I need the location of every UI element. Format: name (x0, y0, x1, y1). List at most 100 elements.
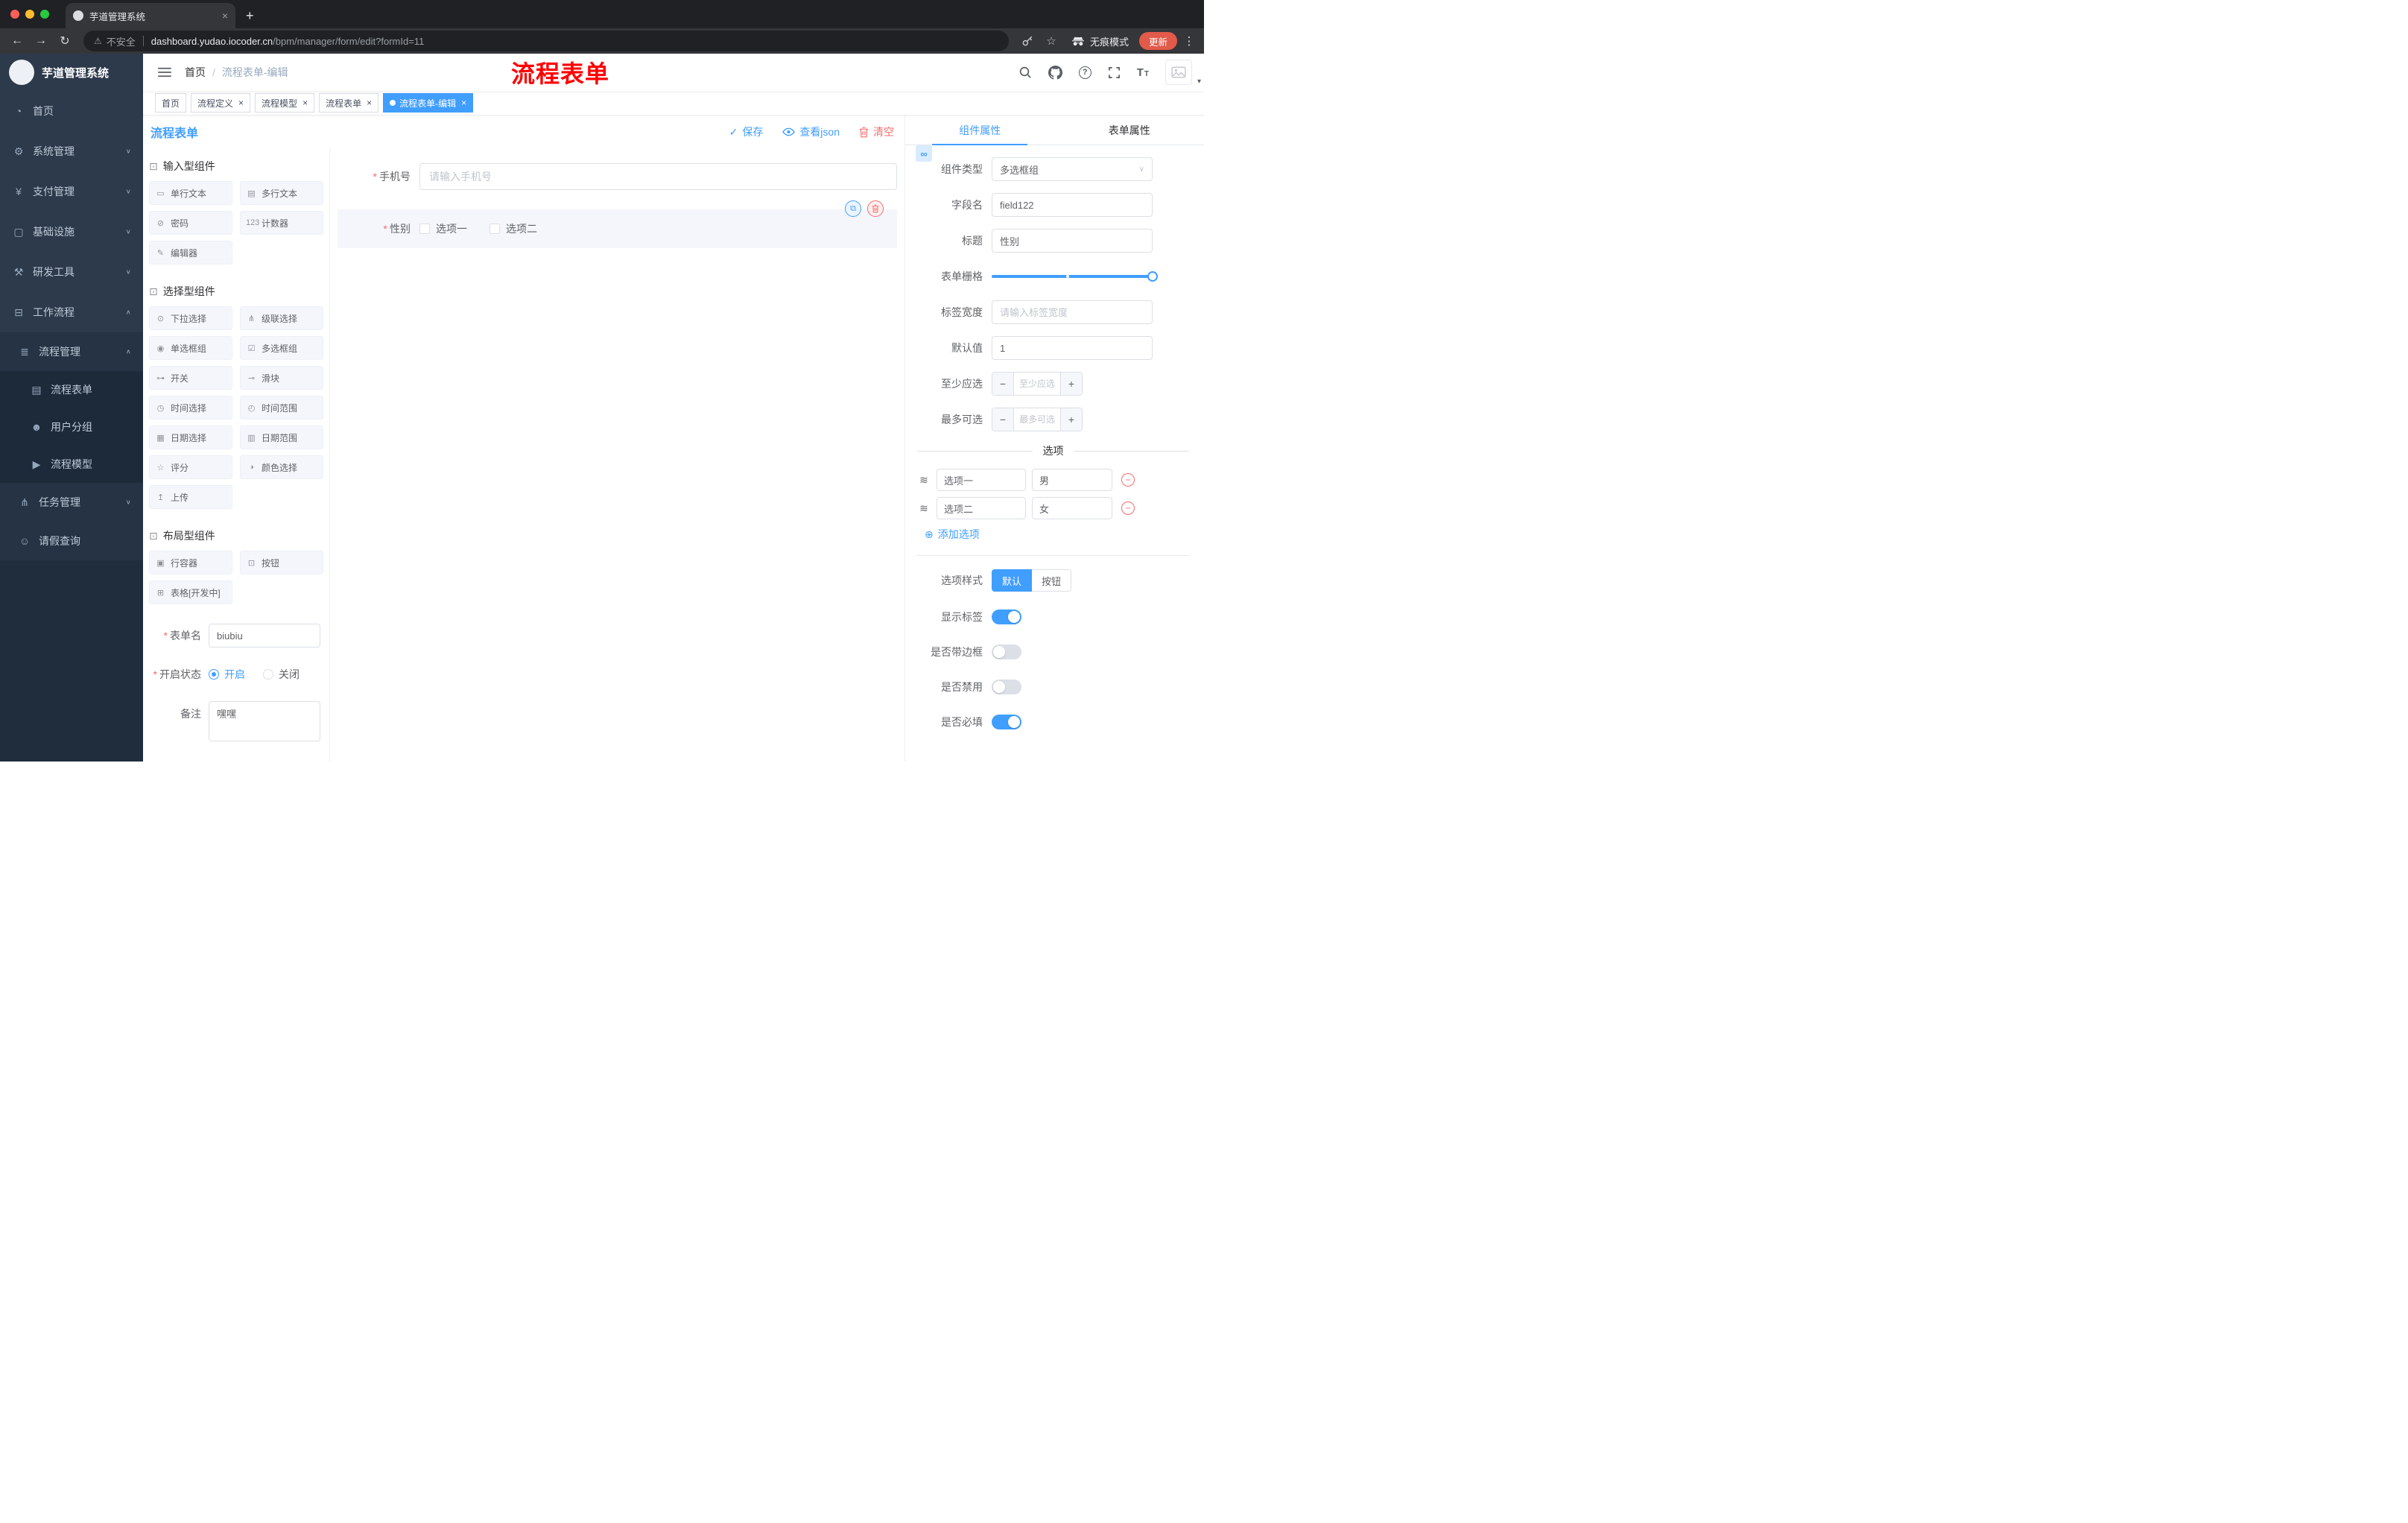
security-label[interactable]: 不安全 (107, 34, 136, 48)
palette-item[interactable]: ⊙ 下拉选择 (149, 306, 232, 330)
add-option-button[interactable]: ⊕ 添加选项 (925, 525, 1189, 543)
tag[interactable]: 流程表单-编辑 × (383, 93, 474, 113)
drag-handle-icon[interactable]: ≋ (917, 474, 931, 487)
clear-button[interactable]: 清空 (859, 124, 894, 139)
palette-item[interactable]: ⊶ 开关 (149, 366, 232, 390)
slider-track[interactable] (992, 271, 1158, 282)
sidebar-item[interactable]: ⊟ 工作流程 ∧ (0, 292, 143, 332)
slider-handle[interactable] (1147, 271, 1158, 282)
palette-item[interactable]: ⊘ 密码 (149, 211, 232, 235)
style-default-button[interactable]: 默认 (992, 569, 1033, 592)
tab-component-props[interactable]: 组件属性 (905, 115, 1055, 145)
sidebar-item-task-management[interactable]: ⋔ 任务管理 ∨ (0, 483, 143, 522)
decrease-button[interactable]: − (992, 408, 1014, 431)
field-name-input[interactable] (992, 193, 1153, 217)
form-name-input[interactable] (209, 624, 320, 647)
sidebar-item[interactable]: ◔ 首页 (0, 91, 143, 131)
address-bar[interactable]: ⚠ 不安全 dashboard.yudao.iocoder.cn /bpm/ma… (83, 31, 1009, 51)
remove-option-button[interactable]: − (1121, 501, 1135, 515)
bookmark-star-icon[interactable]: ☆ (1042, 31, 1061, 51)
tab-close-icon[interactable]: × (222, 10, 228, 22)
palette-item[interactable]: ▣ 行容器 (149, 551, 232, 574)
style-button-button[interactable]: 按钮 (1032, 569, 1072, 592)
palette-item[interactable]: ▥ 日期范围 (240, 425, 323, 449)
radio-closed[interactable]: 关闭 (263, 667, 300, 682)
tag-close-icon[interactable]: × (238, 98, 244, 107)
tag[interactable]: 流程定义 × (191, 93, 251, 113)
label-width-input[interactable] (992, 300, 1153, 324)
view-json-button[interactable]: 查看json (782, 124, 840, 139)
update-button[interactable]: 更新 (1138, 32, 1177, 50)
canvas-field-gender-selected[interactable]: * 性别 选项一 选项二 ⧉ (338, 200, 897, 248)
title-input[interactable] (992, 229, 1153, 253)
window-minimize-button[interactable] (25, 10, 34, 19)
option-value-input[interactable] (1032, 469, 1112, 491)
max-select-input[interactable] (1014, 408, 1060, 431)
toggle-switch[interactable] (992, 645, 1021, 659)
github-icon[interactable] (1048, 65, 1062, 80)
min-select-input[interactable] (1014, 373, 1060, 395)
remark-textarea[interactable]: 嘿嘿 (209, 701, 320, 741)
palette-item[interactable]: ◴ 时间范围 (240, 396, 323, 419)
tag[interactable]: 首页 × (155, 93, 187, 113)
sidebar-item[interactable]: ⚒ 研发工具 ∨ (0, 252, 143, 292)
sidebar-item-process-management[interactable]: ≣ 流程管理 ∧ (0, 332, 143, 371)
window-zoom-button[interactable] (40, 10, 49, 19)
drag-handle-icon[interactable]: ≋ (917, 502, 931, 515)
palette-item[interactable]: ⊸ 滑块 (240, 366, 323, 390)
user-avatar[interactable]: ▾ (1165, 60, 1201, 86)
browser-menu-icon[interactable]: ⋮ (1182, 34, 1197, 48)
sidebar-item[interactable]: ▢ 基础设施 ∨ (0, 212, 143, 252)
sidebar-item[interactable]: ¥ 支付管理 ∨ (0, 171, 143, 212)
option-label-input[interactable] (937, 469, 1026, 491)
tag-close-icon[interactable]: × (367, 98, 372, 107)
palette-item[interactable]: ▤ 多行文本 (240, 181, 323, 205)
sidebar-item-process-model[interactable]: ▶ 流程模型 (0, 446, 143, 483)
checkbox-option[interactable]: 选项二 (489, 221, 537, 236)
tag[interactable]: 流程表单 × (319, 93, 379, 113)
remove-option-button[interactable]: − (1121, 473, 1135, 487)
delete-field-button[interactable] (867, 200, 884, 217)
checkbox-option[interactable]: 选项一 (419, 221, 467, 236)
toggle-switch[interactable] (992, 715, 1021, 729)
decrease-button[interactable]: − (992, 373, 1014, 395)
grid-slider[interactable] (992, 265, 1158, 288)
palette-item[interactable]: ⋔ 级联选择 (240, 306, 323, 330)
link-icon[interactable]: ∞ (916, 145, 932, 162)
tag[interactable]: 流程模型 × (255, 93, 315, 113)
palette-item[interactable]: ☆ 评分 (149, 455, 232, 479)
palette-item[interactable]: ⊞ 表格[开发中] (149, 580, 232, 604)
search-icon[interactable] (1018, 66, 1032, 79)
palette-item[interactable]: ▭ 单行文本 (149, 181, 232, 205)
checkbox-box[interactable] (489, 224, 500, 234)
tab-form-props[interactable]: 表单属性 (1055, 115, 1205, 145)
palette-item[interactable]: ▦ 日期选择 (149, 425, 232, 449)
increase-button[interactable]: + (1060, 408, 1082, 431)
sidebar-item[interactable]: ⚙ 系统管理 ∨ (0, 131, 143, 171)
forward-button[interactable]: → (31, 31, 51, 51)
palette-item[interactable]: ☑ 多选框组 (240, 336, 323, 360)
back-button[interactable]: ← (7, 31, 27, 51)
font-size-icon[interactable]: TT (1137, 67, 1149, 78)
palette-item[interactable]: 123 计数器 (240, 211, 323, 235)
canvas-field-phone[interactable]: * 手机号 (338, 163, 897, 190)
save-button[interactable]: ✓ 保存 (729, 124, 764, 139)
hamburger-icon[interactable] (155, 63, 174, 82)
checkbox-box[interactable] (419, 224, 430, 234)
component-type-select[interactable]: 多选框组 ∨ (992, 157, 1153, 181)
palette-item[interactable]: ◑ 颜色选择 (240, 455, 323, 479)
toggle-switch[interactable] (992, 680, 1021, 694)
sidebar-item-leave-query[interactable]: ☺ 请假查询 (0, 522, 143, 560)
default-value-input[interactable] (992, 336, 1153, 360)
key-icon[interactable] (1018, 31, 1037, 51)
increase-button[interactable]: + (1060, 373, 1082, 395)
option-label-input[interactable] (937, 497, 1026, 519)
window-close-button[interactable] (10, 10, 19, 19)
palette-item[interactable]: ◷ 时间选择 (149, 396, 232, 419)
reload-button[interactable]: ↻ (55, 31, 75, 51)
palette-item[interactable]: ↥ 上传 (149, 485, 232, 509)
new-tab-button[interactable]: + (246, 8, 254, 24)
browser-tab[interactable]: 芋道管理系统 × (66, 3, 235, 28)
palette-item[interactable]: ⊡ 按钮 (240, 551, 323, 574)
copy-field-button[interactable]: ⧉ (845, 200, 861, 217)
